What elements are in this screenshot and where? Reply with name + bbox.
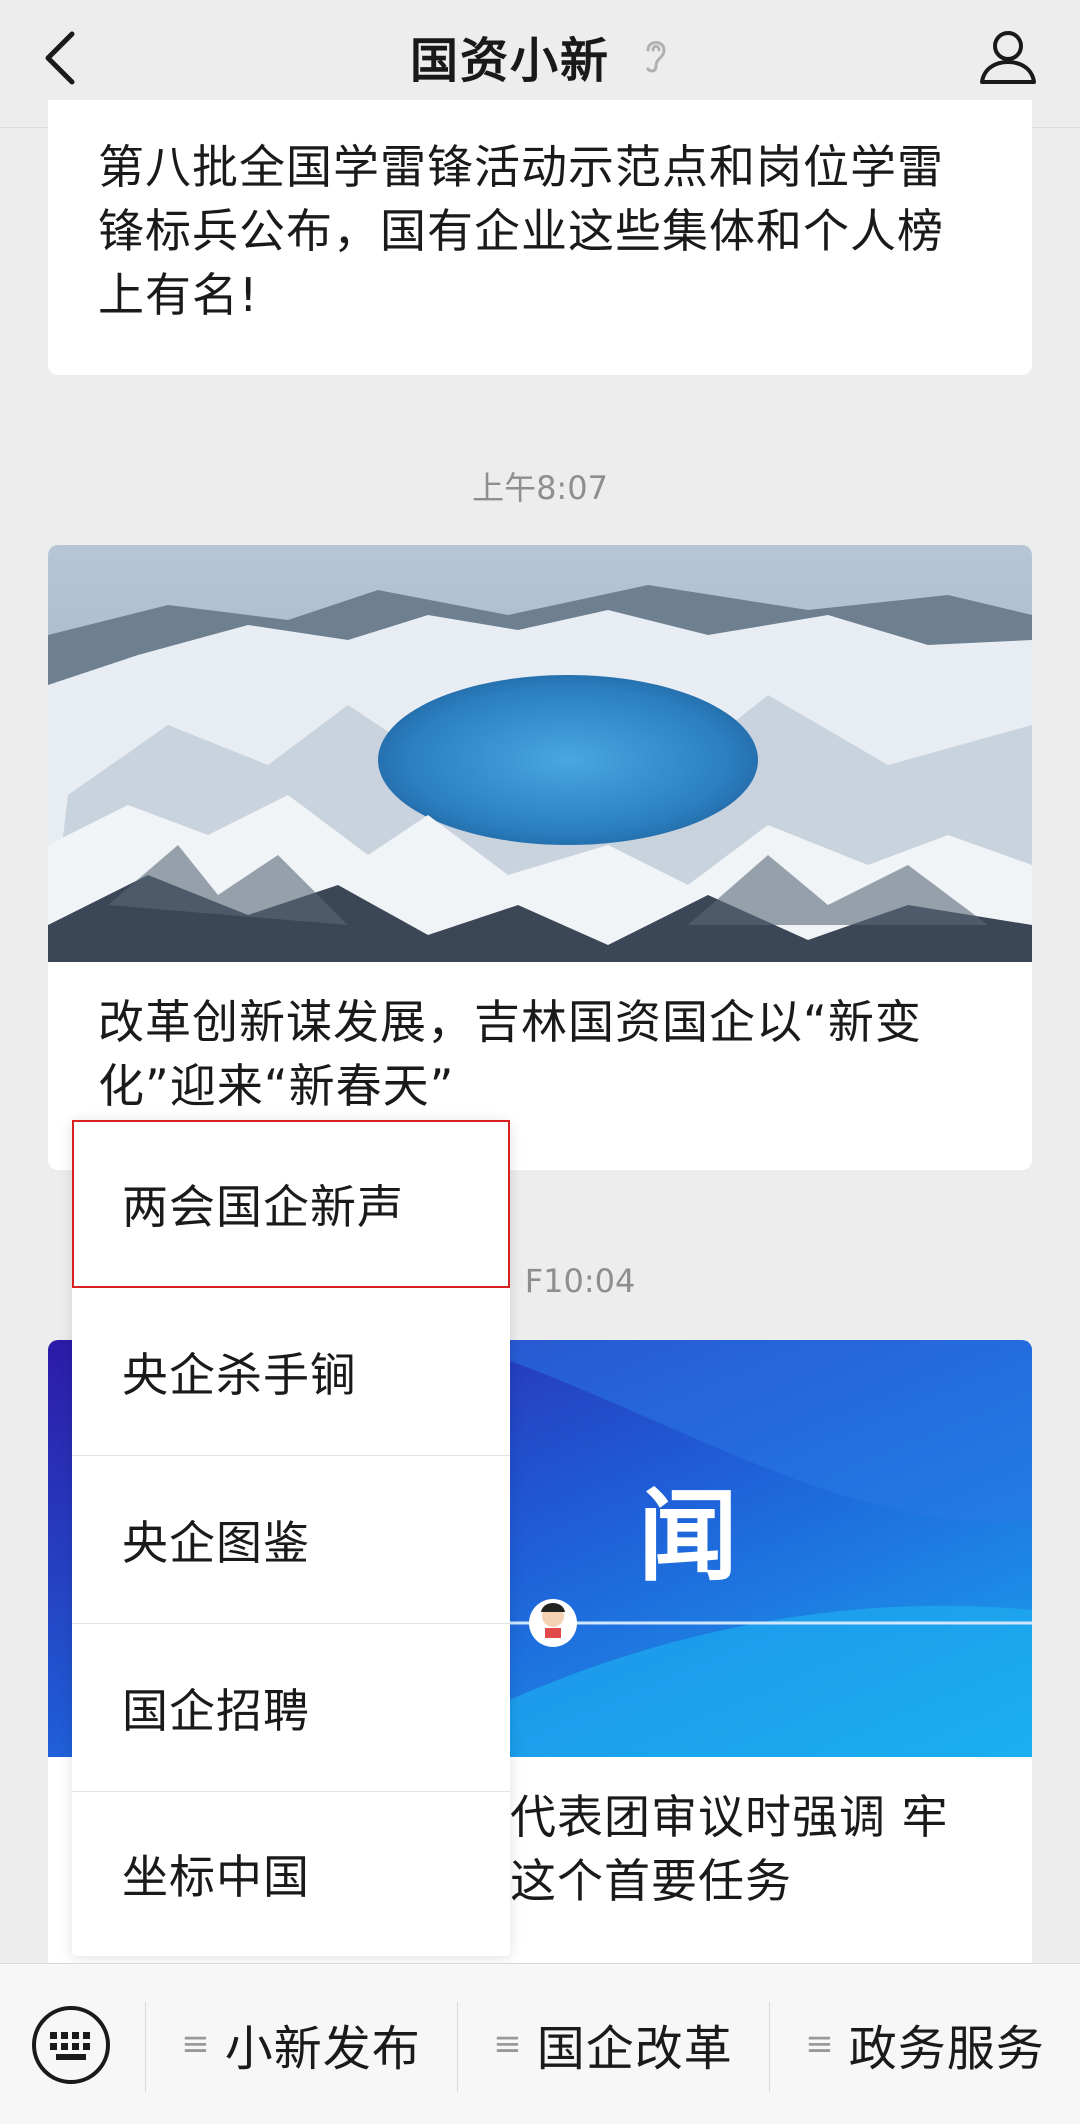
tab-label: 小新发布 (224, 2021, 421, 2077)
keyboard-icon (32, 2006, 110, 2084)
ear-icon (646, 41, 666, 73)
menu-item-yangqi-tujian[interactable]: 央企图鉴 (72, 1456, 510, 1624)
message-timestamp: 上午8:07 (472, 469, 608, 507)
keyboard-toggle-button[interactable] (30, 2004, 112, 2086)
menu-tab-zhengwu-fuwu[interactable]: ≡ 政务服务 (770, 1964, 1080, 2124)
article-card[interactable]: 改革创新谋发展，吉林国资国企以“新变化”迎来“新春天” (48, 545, 1032, 1170)
menu-item-yangqi-shashoujian[interactable]: 央企杀手锏 (72, 1288, 510, 1456)
list-icon: ≡ (181, 2024, 211, 2064)
tab-label: 政务服务 (848, 2021, 1045, 2077)
article-title: 改革创新谋发展，吉林国资国企以“新变化”迎来“新春天” (98, 995, 922, 1113)
tab-label: 国企改革 (536, 2021, 733, 2077)
article-cover-image (48, 545, 1032, 962)
menu-item-guoqi-zhaopin[interactable]: 国企招聘 (72, 1624, 510, 1792)
menu-tab-guoqi-gaige[interactable]: ≡ 国企改革 (458, 1964, 768, 2124)
person-icon (980, 31, 1036, 84)
article-title: 第八批全国学雷锋活动示范点和岗位学雷锋标兵公布，国有企业这些集体和个人榜上有名! (98, 140, 944, 322)
cover-headline-text: 闻 (638, 1477, 738, 1595)
profile-button[interactable] (976, 24, 1040, 88)
menu-item-zuobiao-zhongguo[interactable]: 坐标中国 (72, 1792, 510, 1956)
list-icon: ≡ (805, 2024, 835, 2064)
menu-item-lianghui[interactable]: 两会国企新声 (72, 1120, 510, 1288)
list-icon: ≡ (493, 2024, 523, 2064)
article-card[interactable]: 第八批全国学雷锋活动示范点和岗位学雷锋标兵公布，国有企业这些集体和个人榜上有名! (48, 100, 1032, 375)
menu-tab-xiaoxin-fabu[interactable]: ≡ 小新发布 (146, 1964, 456, 2124)
page-title: 国资小新 (409, 33, 610, 89)
submenu-popup: 两会国企新声 央企杀手锏 央企图鉴 国企招聘 坐标中国 (72, 1120, 510, 1956)
bottom-menu-bar: ≡ 小新发布 ≡ 国企改革 ≡ 政务服务 (0, 1963, 1080, 2124)
